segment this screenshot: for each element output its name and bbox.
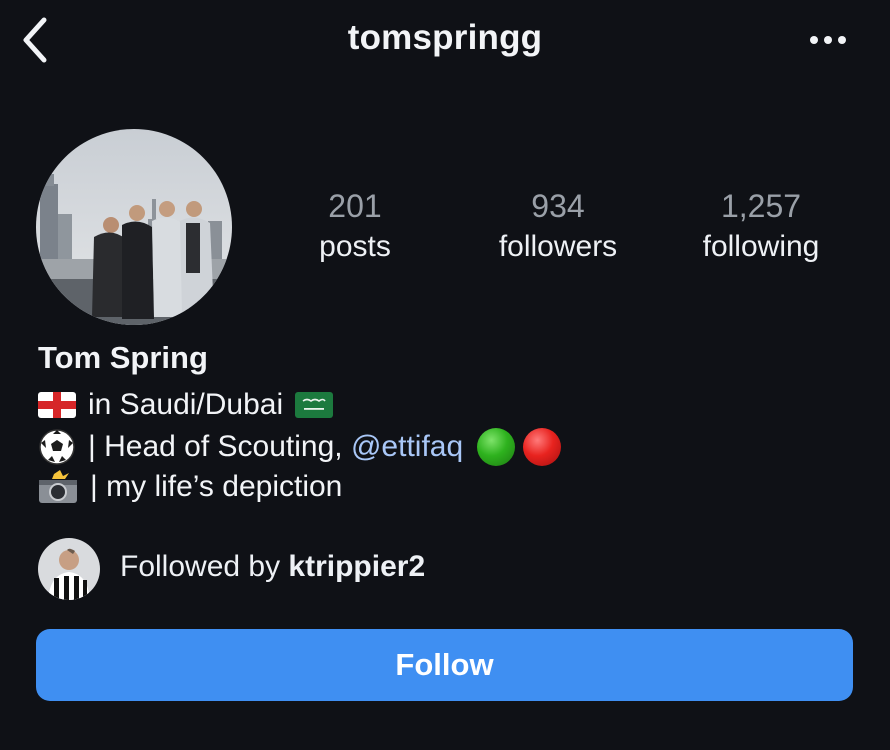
more-options-button[interactable] bbox=[806, 24, 850, 56]
more-horizontal-icon bbox=[810, 36, 846, 44]
bio-photos-text: | my life’s depiction bbox=[90, 470, 343, 503]
follower-photo bbox=[38, 538, 100, 600]
england-flag-icon bbox=[38, 392, 76, 418]
followed-by-user[interactable]: ktrippier2 bbox=[288, 550, 425, 583]
header-username: tomspringg bbox=[347, 18, 543, 57]
bio-line-job: | Head of Scouting, @ettifaq bbox=[38, 428, 562, 466]
followed-by-text[interactable]: Followed by ktrippier2 bbox=[120, 550, 425, 584]
followed-by-prefix: Followed by bbox=[120, 550, 281, 583]
green-circle-icon bbox=[477, 428, 516, 466]
following-label: following bbox=[702, 230, 820, 263]
posts-label: posts bbox=[319, 230, 391, 263]
bio-job-text: | Head of Scouting, bbox=[88, 430, 351, 463]
bio-location-text: in Saudi/Dubai bbox=[88, 388, 284, 421]
ettifaq-mention-link[interactable]: @ettifaq bbox=[351, 430, 463, 464]
following-stat[interactable]: 1,257 following bbox=[671, 186, 851, 268]
header: tomspringg bbox=[0, 0, 890, 84]
posts-count: 201 bbox=[328, 188, 382, 224]
profile-name: Tom Spring bbox=[38, 340, 208, 375]
bio-line-location: in Saudi/Dubai bbox=[38, 388, 334, 422]
red-circle-icon bbox=[523, 428, 562, 466]
bio-line-photos: | my life’s depiction bbox=[38, 470, 342, 504]
following-count: 1,257 bbox=[720, 188, 802, 224]
followers-stat[interactable]: 934 followers bbox=[468, 186, 648, 268]
profile-photo bbox=[36, 129, 232, 325]
soccer-ball-icon bbox=[39, 429, 75, 465]
posts-stat[interactable]: 201 posts bbox=[265, 186, 445, 268]
followers-count: 934 bbox=[531, 188, 585, 224]
followers-label: followers bbox=[498, 230, 618, 263]
camera-flash-icon bbox=[39, 470, 77, 503]
follow-button[interactable]: Follow bbox=[36, 629, 853, 701]
profile-screen: tomspringg 201 posts 934 followers 1,257… bbox=[0, 0, 890, 750]
saudi-flag-icon bbox=[295, 392, 334, 418]
profile-avatar[interactable] bbox=[36, 129, 232, 325]
follower-avatar[interactable] bbox=[38, 538, 100, 600]
